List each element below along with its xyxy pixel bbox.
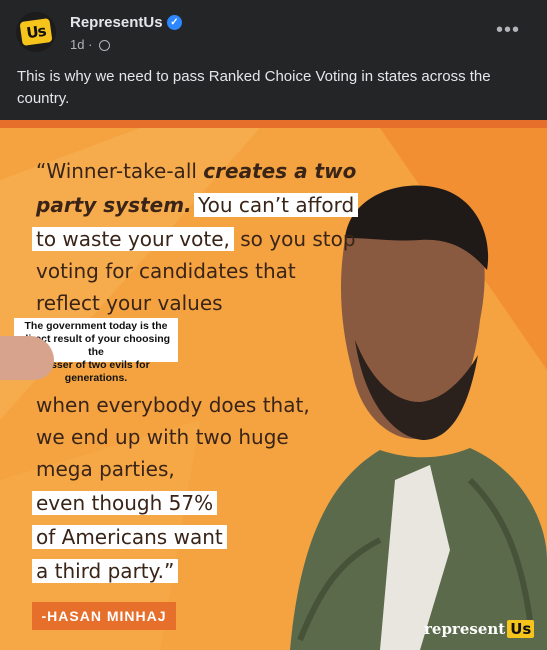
verified-badge-icon: ✓ (167, 15, 182, 30)
meta-separator: · (88, 37, 93, 52)
quote-line-10: of Americans want (32, 522, 227, 552)
quote-line-6: when everybody does that, (36, 393, 310, 417)
quote-line-4: voting for candidates that (36, 259, 296, 283)
highlight: You can’t afford (194, 193, 359, 217)
representus-logo: Us (19, 18, 53, 46)
more-options-button[interactable]: ••• (496, 20, 520, 40)
attribution-label: -HASAN MINHAJ (32, 602, 176, 630)
post-header: Us RepresentUs ✓ 1d · ••• (0, 0, 547, 62)
quote-block: “Winner-take-all creates a two party sys… (0, 120, 547, 650)
highlight: a third party.” (32, 559, 179, 583)
quote-line-3: to waste your vote, so you stop (32, 224, 356, 254)
finger-graphic (0, 336, 54, 380)
highlight: to waste your vote, (32, 227, 234, 251)
representus-watermark: represent Us (424, 620, 535, 638)
quote-line-1: “Winner-take-all creates a two (36, 159, 357, 183)
overlay-sticker: The government today is the direct resul… (0, 316, 180, 384)
post-image[interactable]: “Winner-take-all creates a two party sys… (0, 120, 547, 650)
quote-line-5: reflect your values (36, 291, 223, 315)
page-avatar[interactable]: Us (16, 12, 56, 52)
post-timestamp[interactable]: 1d (70, 37, 84, 52)
page-name-link[interactable]: RepresentUs (70, 14, 163, 31)
quote-line-9: even though 57% (32, 488, 218, 518)
quote-line-8: mega parties, (36, 457, 175, 481)
quote-line-7: we end up with two huge (36, 425, 289, 449)
highlight: even though 57% (32, 491, 218, 515)
quote-line-2: party system. You can’t afford (36, 190, 359, 220)
post-caption: This is why we need to pass Ranked Choic… (17, 68, 491, 107)
quote-line-11: a third party.” (32, 556, 179, 586)
post-meta: 1d · (70, 37, 111, 52)
highlight: of Americans want (32, 525, 227, 549)
public-globe-icon (99, 40, 111, 51)
